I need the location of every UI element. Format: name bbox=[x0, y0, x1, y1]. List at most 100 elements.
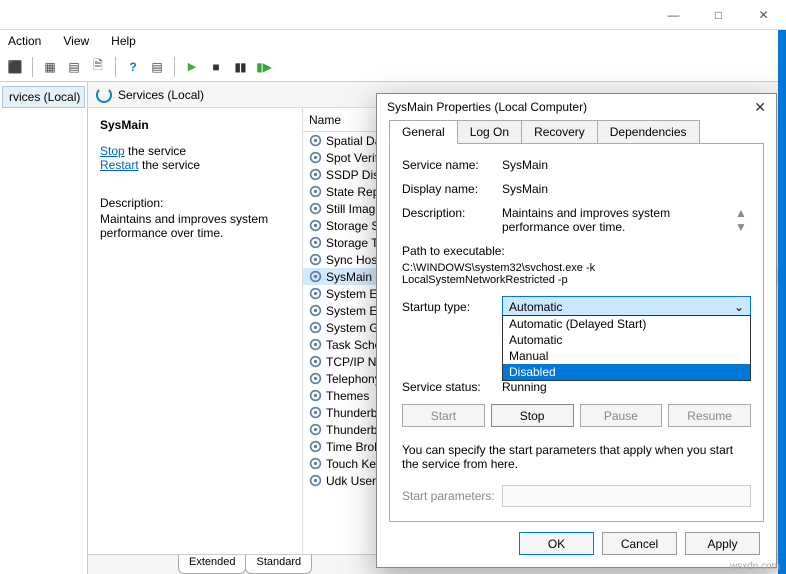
resume-button[interactable]: Resume bbox=[668, 404, 751, 427]
pause-button[interactable]: Pause bbox=[580, 404, 663, 427]
back-icon[interactable]: ⬛ bbox=[4, 56, 26, 78]
toolbar: ⬛ ▦ ▤ 🗎 ? ▤ ▶ ■ ▮▮ ▮▶ bbox=[0, 52, 786, 82]
list-item-label: SysMain bbox=[326, 270, 372, 284]
startup-type-value: Automatic bbox=[509, 300, 562, 314]
gear-icon bbox=[309, 219, 322, 232]
description-label: Description: bbox=[100, 196, 290, 210]
ok-button[interactable]: OK bbox=[519, 532, 594, 555]
properties-dialog: SysMain Properties (Local Computer) ✕ Ge… bbox=[376, 93, 777, 568]
close-button[interactable]: ✕ bbox=[741, 0, 786, 30]
gear-icon bbox=[309, 134, 322, 147]
restart-link[interactable]: Restart bbox=[100, 158, 139, 172]
tab-recovery[interactable]: Recovery bbox=[521, 120, 598, 143]
service-name-label: Service name: bbox=[402, 158, 502, 172]
cancel-button[interactable]: Cancel bbox=[602, 532, 677, 555]
startup-type-label: Startup type: bbox=[402, 300, 502, 314]
display-name-label: Display name: bbox=[402, 182, 502, 196]
toolbar-icon[interactable]: ▤ bbox=[63, 56, 85, 78]
list-item-label: Themes bbox=[326, 389, 369, 403]
dialog-title: SysMain Properties (Local Computer) bbox=[387, 100, 587, 114]
toolbar-icon[interactable]: ▦ bbox=[39, 56, 61, 78]
tree-pane: rvices (Local) bbox=[0, 82, 88, 574]
separator bbox=[174, 57, 175, 77]
gear-icon bbox=[309, 355, 322, 368]
detail-pane: SysMain Stop the service Restart the ser… bbox=[88, 108, 303, 554]
start-parameters-input[interactable] bbox=[502, 485, 751, 507]
tab-standard[interactable]: Standard bbox=[245, 555, 312, 574]
dropdown-option[interactable]: Automatic bbox=[503, 332, 750, 348]
description-text: Maintains and improves system performanc… bbox=[100, 212, 290, 240]
separator bbox=[32, 57, 33, 77]
list-item-label: Telephony bbox=[326, 372, 381, 386]
maximize-button[interactable]: □ bbox=[696, 0, 741, 30]
tab-logon[interactable]: Log On bbox=[457, 120, 522, 143]
gear-icon bbox=[309, 338, 322, 351]
apply-button[interactable]: Apply bbox=[685, 532, 760, 555]
gear-icon bbox=[309, 270, 322, 283]
gear-icon bbox=[309, 321, 322, 334]
dialog-tabs: General Log On Recovery Dependencies bbox=[389, 120, 764, 144]
gear-icon bbox=[309, 287, 322, 300]
service-name-value: SysMain bbox=[502, 158, 751, 172]
tab-extended[interactable]: Extended bbox=[178, 555, 246, 574]
display-name-value: SysMain bbox=[502, 182, 751, 196]
dropdown-option[interactable]: Disabled bbox=[503, 364, 750, 380]
separator bbox=[115, 57, 116, 77]
gear-icon bbox=[309, 389, 322, 402]
dropdown-option[interactable]: Automatic (Delayed Start) bbox=[503, 316, 750, 332]
list-item-label: Still Image bbox=[326, 202, 382, 216]
gear-icon bbox=[309, 423, 322, 436]
gear-icon bbox=[309, 185, 322, 198]
dialog-titlebar: SysMain Properties (Local Computer) ✕ bbox=[377, 94, 776, 120]
stop-link[interactable]: Stop bbox=[100, 144, 125, 158]
gear-icon bbox=[309, 253, 322, 266]
export-icon[interactable]: 🗎 bbox=[87, 56, 109, 78]
chevron-down-icon: ⌄ bbox=[734, 300, 744, 314]
tab-dependencies[interactable]: Dependencies bbox=[597, 120, 700, 143]
gear-icon bbox=[309, 457, 322, 470]
close-icon[interactable]: ✕ bbox=[754, 99, 766, 116]
refresh-icon[interactable] bbox=[96, 87, 112, 103]
gear-icon bbox=[309, 236, 322, 249]
gear-icon bbox=[309, 406, 322, 419]
tree-item-services[interactable]: rvices (Local) bbox=[2, 86, 85, 108]
pause-icon[interactable]: ▮▮ bbox=[229, 56, 251, 78]
watermark: wsxdn.com bbox=[730, 561, 780, 572]
toolbar-icon[interactable]: ▤ bbox=[146, 56, 168, 78]
start-button[interactable]: Start bbox=[402, 404, 485, 427]
restart-icon[interactable]: ▮▶ bbox=[253, 56, 275, 78]
start-parameters-label: Start parameters: bbox=[402, 489, 502, 503]
tab-general[interactable]: General bbox=[389, 120, 458, 144]
gear-icon bbox=[309, 440, 322, 453]
menu-view[interactable]: View bbox=[59, 32, 93, 50]
path-label: Path to executable: bbox=[402, 244, 751, 258]
service-status-value: Running bbox=[502, 380, 547, 394]
dropdown-option[interactable]: Manual bbox=[503, 348, 750, 364]
service-status-label: Service status: bbox=[402, 380, 502, 394]
help-icon[interactable]: ? bbox=[122, 56, 144, 78]
startup-dropdown: Automatic (Delayed Start)AutomaticManual… bbox=[502, 315, 751, 381]
play-icon[interactable]: ▶ bbox=[181, 56, 203, 78]
path-value: C:\WINDOWS\system32\svchost.exe -k Local… bbox=[402, 262, 751, 286]
menu-help[interactable]: Help bbox=[107, 32, 140, 50]
gear-icon bbox=[309, 168, 322, 181]
link-suffix: the service bbox=[139, 158, 200, 172]
gear-icon bbox=[309, 304, 322, 317]
gear-icon bbox=[309, 474, 322, 487]
description-label: Description: bbox=[402, 206, 502, 234]
window-titlebar: — □ ✕ bbox=[0, 0, 786, 30]
selected-service-name: SysMain bbox=[100, 118, 290, 132]
description-value: Maintains and improves system performanc… bbox=[502, 206, 735, 234]
minimize-button[interactable]: — bbox=[651, 0, 696, 30]
gear-icon bbox=[309, 151, 322, 164]
menubar: Action View Help bbox=[0, 30, 786, 52]
stop-button[interactable]: Stop bbox=[491, 404, 574, 427]
description-scroll[interactable]: ▲▼ bbox=[735, 206, 751, 234]
gear-icon bbox=[309, 202, 322, 215]
stop-icon[interactable]: ■ bbox=[205, 56, 227, 78]
link-suffix: the service bbox=[125, 144, 186, 158]
window-edge bbox=[778, 30, 786, 574]
gear-icon bbox=[309, 372, 322, 385]
content-title: Services (Local) bbox=[118, 88, 204, 102]
menu-action[interactable]: Action bbox=[4, 32, 45, 50]
